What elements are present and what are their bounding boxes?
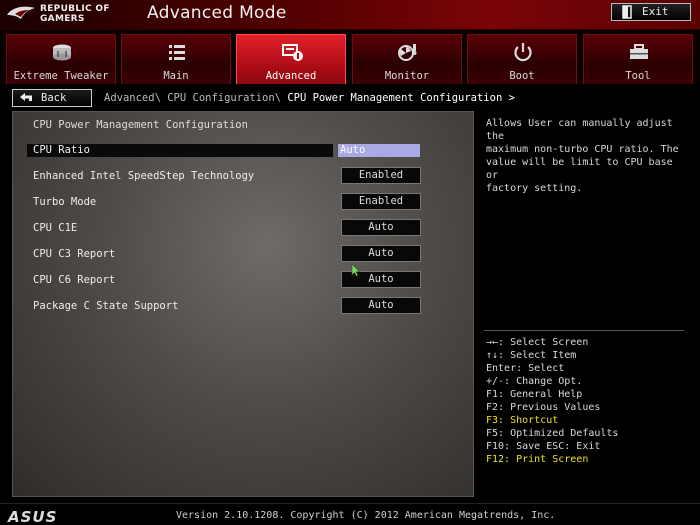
tab-tool[interactable]: Tool xyxy=(583,34,693,84)
back-label: Back xyxy=(41,92,67,104)
breadcrumb-path[interactable]: Advanced\ CPU Configuration\ xyxy=(104,92,287,104)
cpu-ratio-input[interactable]: Auto xyxy=(338,144,420,157)
top-bar: REPUBLIC OF GAMERS Advanced Mode Exit xyxy=(0,0,700,30)
setting-label-turbo-mode[interactable]: Turbo Mode xyxy=(33,196,96,208)
cpu-c1e-value[interactable]: Auto xyxy=(341,219,421,236)
setting-label-cpu-c1e[interactable]: CPU C1E xyxy=(33,222,77,234)
speedstep-value[interactable]: Enabled xyxy=(341,167,421,184)
key-hint-shortcut[interactable]: F3: Shortcut xyxy=(486,414,618,427)
rog-logo: REPUBLIC OF GAMERS xyxy=(6,2,136,28)
version-text: Version 2.10.1208. Copyright (C) 2012 Am… xyxy=(176,510,556,521)
tab-label: Boot xyxy=(509,70,535,82)
breadcrumb: Advanced\ CPU Configuration\ CPU Power M… xyxy=(104,92,515,104)
key-hint: F2: Previous Values xyxy=(486,402,601,413)
monitor-fan-icon xyxy=(398,44,417,61)
tab-boot[interactable]: Boot xyxy=(467,34,577,84)
key-hint: +/-: Change Opt. xyxy=(486,376,583,387)
section-title: CPU Power Management Configuration xyxy=(33,119,248,131)
main-tabs: Extreme Tweaker Main Advanced Monitor Bo… xyxy=(0,30,700,84)
back-button[interactable]: Back xyxy=(12,89,92,107)
footer: ASUS Version 2.10.1208. Copyright (C) 20… xyxy=(0,503,700,525)
power-icon xyxy=(514,43,532,62)
exit-button[interactable]: Exit xyxy=(611,3,691,21)
tab-label: Advanced xyxy=(265,70,317,82)
setting-label-cpu-c6-report[interactable]: CPU C6 Report xyxy=(33,274,115,286)
tab-label: Extreme Tweaker xyxy=(13,70,109,82)
mouse-cursor-icon xyxy=(351,263,361,277)
tab-monitor[interactable]: Monitor xyxy=(352,34,462,84)
asus-logo: ASUS xyxy=(8,508,58,525)
settings-panel: CPU Power Management Configuration CPU R… xyxy=(12,111,474,497)
exit-label: Exit xyxy=(642,5,669,18)
page-title: Advanced Mode xyxy=(147,3,287,23)
rog-eye-icon xyxy=(7,6,35,19)
key-legend: →←: Select Screen ↑↓: Select Item Enter:… xyxy=(486,336,618,466)
logo-text-line1: REPUBLIC OF xyxy=(40,4,110,14)
package-c-state-value[interactable]: Auto xyxy=(341,297,421,314)
exit-door-icon xyxy=(622,5,632,19)
setting-label-cpu-c3-report[interactable]: CPU C3 Report xyxy=(33,248,115,260)
tab-label: Tool xyxy=(625,70,651,82)
key-hint: →←: Select Screen xyxy=(486,337,589,348)
tab-label: Main xyxy=(163,70,189,82)
tab-extreme-tweaker[interactable]: Extreme Tweaker xyxy=(6,34,116,84)
cpu-c3-report-value[interactable]: Auto xyxy=(341,245,421,262)
setting-label-package-c-state[interactable]: Package C State Support xyxy=(33,300,178,312)
turbo-mode-value[interactable]: Enabled xyxy=(341,193,421,210)
setting-label-cpu-ratio[interactable]: CPU Ratio xyxy=(33,144,90,156)
back-arrow-icon xyxy=(20,93,32,101)
gauge-icon xyxy=(53,44,71,61)
key-hint: Enter: Select xyxy=(486,363,565,374)
tab-label: Monitor xyxy=(384,70,430,82)
toolbox-icon xyxy=(630,44,648,59)
setting-label-speedstep[interactable]: Enhanced Intel SpeedStep Technology xyxy=(33,170,254,182)
key-hint: ↑↓: Select Item xyxy=(486,350,577,361)
help-description: Allows User can manually adjust the maxi… xyxy=(486,118,679,194)
logo-text-line2: GAMERS xyxy=(40,14,85,24)
key-hint-print-screen[interactable]: F12: Print Screen xyxy=(486,453,618,466)
advanced-settings-icon xyxy=(282,44,303,61)
key-hint: F10: Save ESC: Exit xyxy=(486,441,601,452)
help-divider xyxy=(484,330,684,331)
navigation-row: Back Advanced\ CPU Configuration\ CPU Po… xyxy=(0,84,700,110)
tab-advanced[interactable]: Advanced xyxy=(236,34,346,84)
key-hint: F5: Optimized Defaults xyxy=(486,428,619,439)
key-hint: F1: General Help xyxy=(486,389,583,400)
breadcrumb-current: CPU Power Management Configuration > xyxy=(287,92,515,104)
list-icon xyxy=(169,45,185,60)
help-panel: Allows User can manually adjust the maxi… xyxy=(478,111,688,497)
tab-main[interactable]: Main xyxy=(121,34,231,84)
